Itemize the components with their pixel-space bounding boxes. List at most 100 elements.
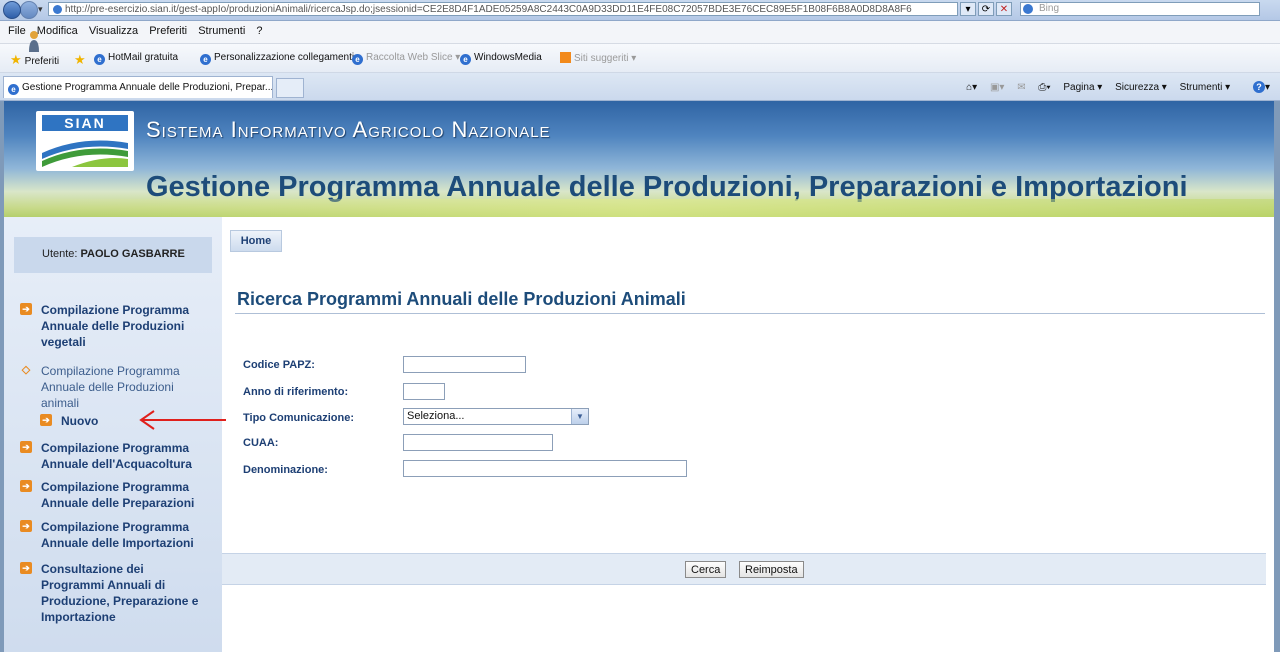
fav-hotmail[interactable]: e HotMail gratuita bbox=[94, 52, 178, 65]
breadcrumb-home[interactable]: Home bbox=[230, 230, 282, 252]
menu-modifica[interactable]: Modifica bbox=[37, 25, 78, 37]
print-icon[interactable]: ⎙▾ bbox=[1038, 82, 1050, 93]
url-field[interactable]: http://pre-esercizio.sian.it/gest-appIo/… bbox=[48, 2, 958, 16]
user-name: PAOLO GASBARRE bbox=[80, 248, 185, 260]
fav-siti-label: Siti suggeriti ▾ bbox=[574, 53, 637, 64]
sidebar-item-label: Compilazione Programma Annuale delle Imp… bbox=[41, 520, 194, 550]
ie-page-icon bbox=[53, 4, 62, 14]
arrow-right-icon: ➔ bbox=[20, 520, 32, 532]
tab-title: Gestione Programma Annuale delle Produzi… bbox=[22, 82, 273, 93]
ie-icon: e bbox=[352, 54, 363, 65]
arrow-right-icon: ➔ bbox=[20, 441, 32, 453]
back-button[interactable] bbox=[3, 1, 21, 19]
cuaa-label: CUAA: bbox=[243, 437, 279, 449]
browser-tab-active[interactable]: e Gestione Programma Annuale delle Produz… bbox=[3, 76, 273, 98]
cmd-pagina[interactable]: Pagina ▾ bbox=[1063, 82, 1102, 93]
address-bar: ▾ http://pre-esercizio.sian.it/gest-appI… bbox=[0, 0, 1280, 21]
help-glyph: ? bbox=[1252, 81, 1265, 93]
app-title: Gestione Programma Annuale delle Produzi… bbox=[146, 171, 1188, 203]
fav-webslice[interactable]: e Raccolta Web Slice ▾ bbox=[352, 52, 460, 65]
add-favorite-button[interactable]: ★ bbox=[74, 52, 89, 68]
cmd-sicurezza[interactable]: Sicurezza ▾ bbox=[1115, 82, 1167, 93]
arrow-right-icon: ➔ bbox=[40, 414, 52, 426]
ie-icon: e bbox=[94, 54, 105, 65]
menu-preferiti[interactable]: Preferiti bbox=[149, 25, 187, 37]
search-field[interactable]: Bing bbox=[1020, 2, 1260, 16]
system-name: Sistema Informativo Agricolo Nazionale bbox=[146, 117, 551, 142]
bing-icon bbox=[1023, 4, 1033, 14]
ie-icon: e bbox=[460, 54, 471, 65]
anno-input[interactable] bbox=[403, 383, 445, 400]
sidebar-item-label: Consultazione dei Programmi Annuali di P… bbox=[41, 562, 199, 624]
menu-bar: File Modifica Visualizza Preferiti Strum… bbox=[0, 21, 1280, 44]
refresh-button[interactable]: ⟳ bbox=[978, 2, 994, 16]
reset-button[interactable]: Reimposta bbox=[739, 561, 804, 578]
url-text: http://pre-esercizio.sian.it/gest-appIo/… bbox=[65, 4, 912, 15]
menu-visualizza[interactable]: Visualizza bbox=[89, 25, 138, 37]
stop-button[interactable]: ✕ bbox=[996, 2, 1012, 16]
search-button[interactable]: Cerca bbox=[685, 561, 727, 578]
menu-strumenti[interactable]: Strumenti bbox=[198, 25, 245, 37]
menu-help[interactable]: ? bbox=[256, 25, 262, 37]
fields-logo-icon bbox=[42, 140, 128, 167]
ie-icon: e bbox=[8, 84, 19, 95]
logo-text: SIAN bbox=[42, 115, 128, 131]
menu-file[interactable]: File bbox=[8, 25, 26, 37]
page-title: Ricerca Programmi Annuali delle Produzio… bbox=[237, 289, 686, 309]
fav-personalizzazione-label: Personalizzazione collegamenti bbox=[214, 52, 355, 63]
sidebar-item-animali[interactable]: ◇ Compilazione Programma Annuale delle P… bbox=[20, 363, 200, 411]
sidebar-item-acquacoltura[interactable]: ➔ Compilazione Programma Annuale dell'Ac… bbox=[20, 440, 200, 472]
home-icon[interactable]: ⌂▾ bbox=[966, 82, 977, 93]
annotation-arrow-icon bbox=[139, 410, 226, 430]
tipo-comunicazione-value: Seleziona... bbox=[407, 410, 465, 422]
sidebar-item-vegetali[interactable]: ➔ Compilazione Programma Annuale delle P… bbox=[20, 302, 200, 350]
sidebar-item-label: Compilazione Programma Annuale delle Pro… bbox=[41, 364, 180, 410]
mail-icon[interactable]: ✉ bbox=[1017, 82, 1025, 93]
tipo-comunicazione-select[interactable]: Seleziona... ▼ bbox=[403, 408, 589, 425]
fav-hotmail-label: HotMail gratuita bbox=[108, 52, 179, 63]
command-bar: ⌂▾ ▣▾ ✉ ⎙▾ Pagina ▾ Sicurezza ▾ Strument… bbox=[956, 81, 1270, 93]
feeds-icon[interactable]: ▣▾ bbox=[990, 82, 1004, 93]
denominazione-label: Denominazione: bbox=[243, 464, 328, 476]
tipo-comunicazione-label: Tipo Comunicazione: bbox=[243, 412, 355, 424]
diamond-icon: ◇ bbox=[21, 364, 31, 376]
tab-bar: e Gestione Programma Annuale delle Produz… bbox=[0, 73, 1280, 101]
header-banner: SIAN Sistema Informativo Agricolo Nazion… bbox=[4, 101, 1274, 217]
sidebar-item-importazioni[interactable]: ➔ Compilazione Programma Annuale delle I… bbox=[20, 519, 200, 551]
denominazione-input[interactable] bbox=[403, 460, 687, 477]
sidebar-item-label: Compilazione Programma Annuale delle Pro… bbox=[41, 303, 190, 349]
ie-icon: e bbox=[200, 54, 211, 65]
cmd-strumenti[interactable]: Strumenti ▾ bbox=[1180, 82, 1231, 93]
fav-windowsmedia-label: WindowsMedia bbox=[474, 52, 542, 63]
arrow-right-icon: ➔ bbox=[20, 303, 32, 315]
favorites-button[interactable]: ★ Preferiti bbox=[10, 52, 59, 68]
cuaa-input[interactable] bbox=[403, 434, 553, 451]
fav-windowsmedia[interactable]: e WindowsMedia bbox=[460, 52, 542, 65]
fav-webslice-label: Raccolta Web Slice ▾ bbox=[366, 52, 461, 63]
compat-view-button[interactable]: ▾ bbox=[960, 2, 976, 16]
help-icon[interactable]: ? ▾ bbox=[1243, 81, 1270, 93]
user-label: Utente: bbox=[42, 248, 78, 260]
codice-papz-input[interactable] bbox=[403, 356, 526, 373]
sian-logo: SIAN bbox=[36, 111, 134, 171]
favorites-label: Preferiti bbox=[24, 56, 60, 67]
sidebar-item-label: Compilazione Programma Annuale dell'Acqu… bbox=[41, 441, 192, 471]
arrow-right-icon: ➔ bbox=[20, 480, 32, 492]
anno-label: Anno di riferimento: bbox=[243, 386, 349, 398]
favorites-bar: ★ Preferiti ★ e HotMail gratuita e Personal… bbox=[0, 44, 1280, 73]
history-dropdown[interactable]: ▾ bbox=[38, 4, 43, 15]
forward-button[interactable] bbox=[20, 1, 38, 19]
arrow-right-icon: ➔ bbox=[20, 562, 32, 574]
new-tab-button[interactable] bbox=[276, 78, 304, 98]
sidebar-item-label: Compilazione Programma Annuale delle Pre… bbox=[41, 480, 195, 510]
search-placeholder: Bing bbox=[1039, 3, 1060, 14]
star-icon: ★ bbox=[10, 52, 22, 67]
fav-personalizzazione[interactable]: e Personalizzazione collegamenti bbox=[200, 52, 354, 65]
user-info: Utente: PAOLO GASBARRE bbox=[42, 248, 185, 260]
sidebar-item-preparazioni[interactable]: ➔ Compilazione Programma Annuale delle P… bbox=[20, 479, 200, 511]
window-frame-right bbox=[1274, 101, 1280, 652]
chevron-down-icon[interactable]: ▼ bbox=[571, 409, 588, 424]
suggested-sites-icon bbox=[560, 52, 571, 63]
sidebar-item-consultazione[interactable]: ➔ Consultazione dei Programmi Annuali di… bbox=[20, 561, 200, 625]
fav-siti-suggeriti[interactable]: Siti suggeriti ▾ bbox=[560, 52, 636, 64]
